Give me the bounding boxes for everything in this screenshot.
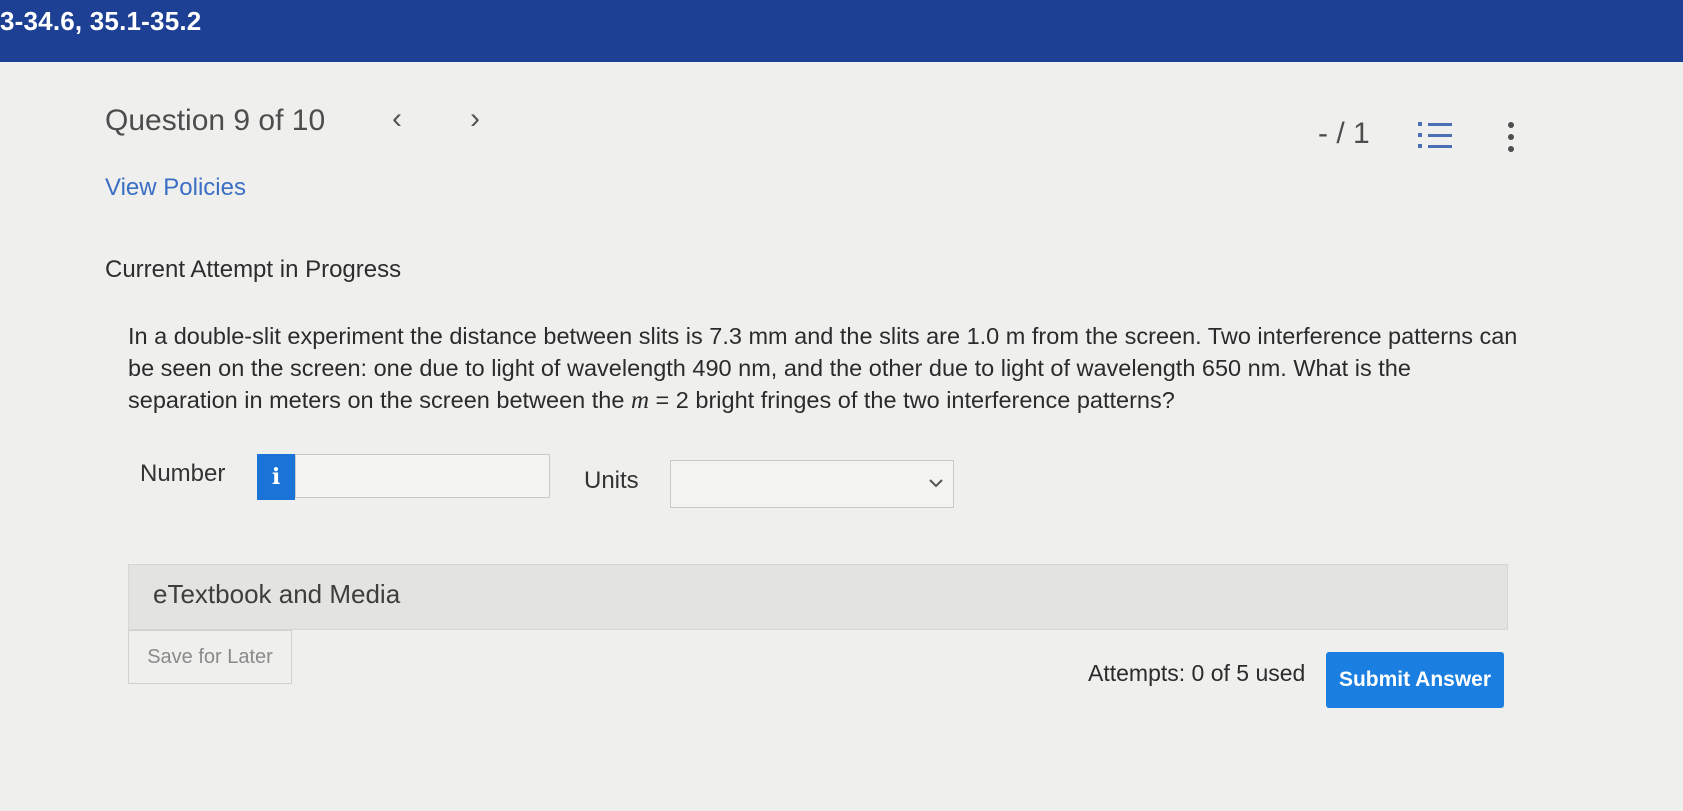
etextbook-label: eTextbook and Media	[153, 579, 401, 609]
question-panel: Question 9 of 10 ‹ › - / 1 View Policies…	[0, 62, 1683, 811]
attempts-counter: Attempts: 0 of 5 used	[1088, 660, 1306, 686]
chevron-right-icon[interactable]: ›	[470, 102, 480, 136]
chevron-down-icon	[929, 479, 943, 488]
chevron-left-icon[interactable]: ‹	[392, 102, 402, 136]
units-select[interactable]	[670, 460, 954, 508]
question-variable: m	[630, 387, 650, 414]
submit-answer-button[interactable]: Submit Answer	[1326, 652, 1504, 708]
question-text-part2: = 2 bright fringes of the two interferen…	[649, 387, 1175, 413]
attempt-heading: Current Attempt in Progress	[105, 256, 402, 283]
number-label: Number	[140, 460, 226, 487]
assignment-breadcrumb: 3-34.6, 35.1-35.2	[0, 6, 202, 36]
number-input[interactable]	[295, 454, 550, 498]
etextbook-media-section[interactable]: eTextbook and Media	[128, 564, 1508, 630]
question-text: In a double-slit experiment the distance…	[128, 320, 1518, 417]
score-display: - / 1	[1318, 117, 1370, 150]
question-title: Question 9 of 10	[105, 104, 326, 137]
numbered-list-icon[interactable]	[1418, 120, 1454, 150]
view-policies-link[interactable]: View Policies	[105, 174, 246, 202]
vertical-ellipsis-icon[interactable]	[1503, 120, 1519, 154]
units-label: Units	[584, 467, 639, 494]
info-icon[interactable]: i	[257, 454, 295, 500]
save-for-later-button[interactable]: Save for Later	[128, 630, 292, 684]
